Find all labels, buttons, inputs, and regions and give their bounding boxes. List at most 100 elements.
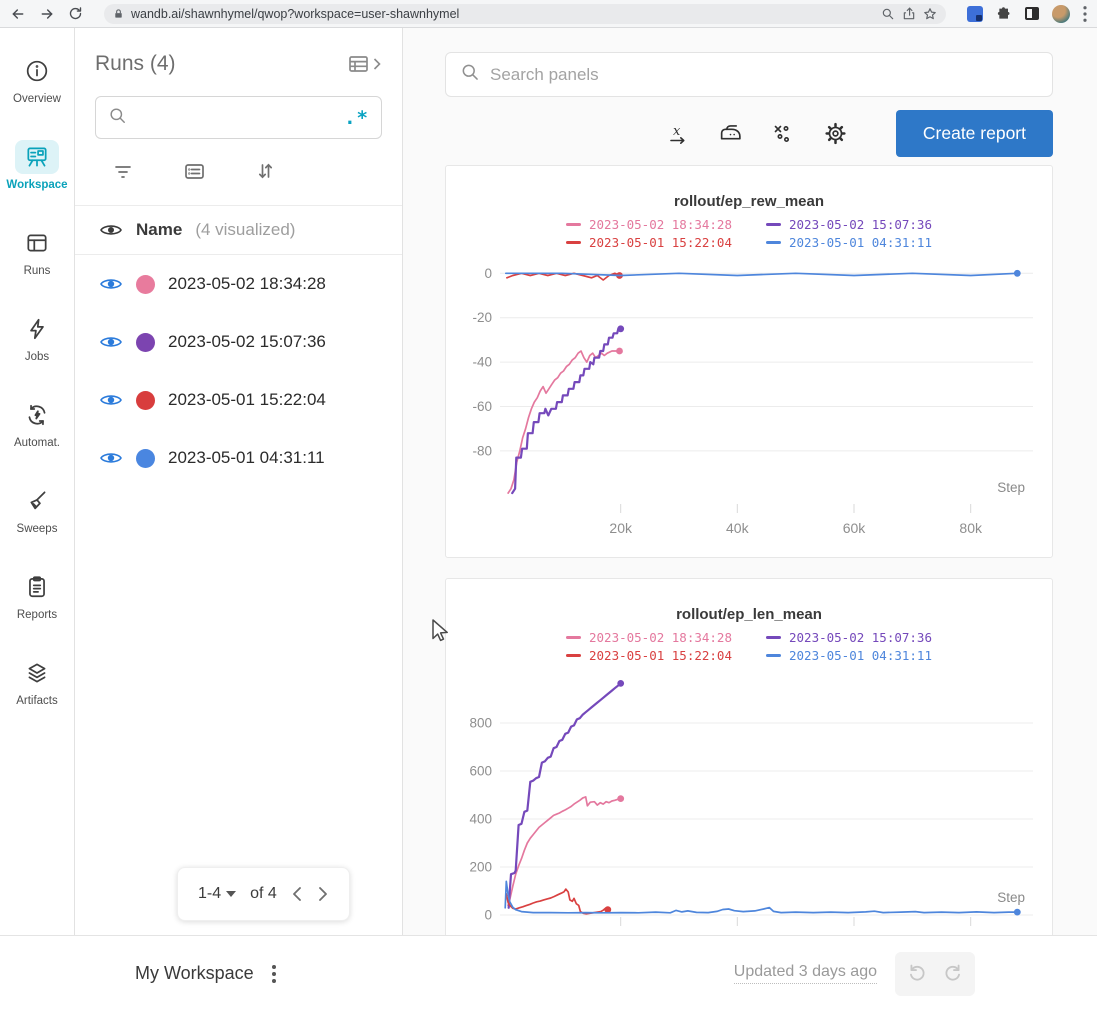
profile-avatar[interactable] — [1052, 5, 1070, 23]
svg-text:0: 0 — [484, 908, 492, 923]
legend-item[interactable]: 2023-05-01 04:31:11 — [766, 235, 932, 250]
bookmark-star-icon[interactable] — [923, 7, 937, 21]
redo-icon[interactable] — [943, 960, 965, 987]
undo-icon[interactable] — [905, 960, 927, 987]
chart-legend: 2023-05-02 18:34:28 2023-05-02 15:07:36 … — [566, 217, 932, 250]
browser-menu-icon[interactable] — [1083, 6, 1087, 22]
eye-icon[interactable] — [99, 222, 123, 238]
extensions-puzzle-icon[interactable] — [996, 6, 1012, 22]
legend-item[interactable]: 2023-05-02 15:07:36 — [766, 630, 932, 645]
run-visibility-eye-icon[interactable] — [99, 276, 123, 292]
run-color-dot — [136, 333, 155, 352]
create-report-button[interactable]: Create report — [896, 110, 1053, 157]
search-icon — [108, 106, 127, 130]
run-color-dot — [136, 391, 155, 410]
svg-text:-40: -40 — [472, 355, 492, 370]
prev-page-button[interactable] — [291, 885, 303, 903]
run-visibility-eye-icon[interactable] — [99, 334, 123, 350]
runs-search-input[interactable] — [136, 109, 335, 127]
runs-table-icon — [15, 226, 59, 260]
layers-icon — [15, 656, 59, 690]
sidebar-item-automations[interactable]: Automat. — [0, 380, 74, 466]
zoom-icon[interactable] — [881, 7, 895, 21]
sidebar-item-overview[interactable]: Overview — [0, 36, 74, 122]
panel-search-input[interactable] — [490, 65, 1038, 85]
smoothing-iron-icon[interactable] — [718, 121, 743, 146]
run-row[interactable]: 2023-05-02 18:34:28 — [75, 255, 402, 313]
svg-text:Step: Step — [997, 480, 1025, 495]
legend-dash — [766, 654, 781, 657]
sidebar-item-workspace[interactable]: Workspace — [0, 122, 74, 208]
address-bar[interactable]: wandb.ai/shawnhymel/qwop?workspace=user-… — [104, 4, 946, 24]
page: wandb.ai/shawnhymel/qwop?workspace=user-… — [0, 0, 1097, 1011]
settings-gear-icon[interactable] — [823, 121, 848, 146]
sidebar-item-jobs[interactable]: Jobs — [0, 294, 74, 380]
filter-icon[interactable] — [111, 159, 135, 188]
run-name[interactable]: 2023-05-01 04:31:11 — [168, 448, 325, 468]
legend-item[interactable]: 2023-05-01 15:22:04 — [566, 235, 732, 250]
svg-text:60k: 60k — [843, 520, 867, 536]
legend-item[interactable]: 2023-05-02 18:34:28 — [566, 217, 732, 232]
sort-icon[interactable] — [253, 159, 277, 188]
panel-ep-len-mean[interactable]: rollout/ep_len_mean 2023-05-02 18:34:28 … — [445, 578, 1053, 935]
share-icon[interactable] — [902, 7, 916, 21]
chart-title: rollout/ep_len_mean — [446, 606, 1052, 623]
workspace-main: x Create report rollout/ep_rew_mean 2023… — [443, 28, 1097, 935]
broom-icon — [15, 484, 59, 518]
run-visibility-eye-icon[interactable] — [99, 392, 123, 408]
run-row[interactable]: 2023-05-02 15:07:36 — [75, 313, 402, 371]
legend-dash — [766, 223, 781, 226]
panel-ep-rew-mean[interactable]: rollout/ep_rew_mean 2023-05-02 18:34:28 … — [445, 165, 1053, 558]
run-name[interactable]: 2023-05-02 18:34:28 — [168, 274, 326, 294]
sidebar-item-sweeps[interactable]: Sweeps — [0, 466, 74, 552]
runs-panel-title: Runs (4) — [95, 52, 176, 76]
svg-text:80k: 80k — [959, 520, 983, 536]
reload-icon[interactable] — [68, 6, 83, 21]
group-list-icon[interactable] — [182, 159, 206, 188]
run-row[interactable]: 2023-05-01 15:22:04 — [75, 371, 402, 429]
regex-icon[interactable]: .* — [344, 113, 369, 123]
line-chart[interactable]: 0200400600800Step — [446, 665, 1052, 927]
run-row[interactable]: 2023-05-01 04:31:11 — [75, 429, 402, 487]
run-color-dot — [136, 275, 155, 294]
svg-text:20k: 20k — [609, 520, 633, 536]
visualized-count: (4 visualized) — [195, 220, 295, 240]
forward-icon[interactable] — [39, 6, 55, 22]
url-text: wandb.ai/shawnhymel/qwop?workspace=user-… — [131, 7, 459, 21]
run-name[interactable]: 2023-05-02 15:07:36 — [168, 332, 326, 352]
page-range-dropdown[interactable]: 1-4 — [198, 885, 236, 903]
x-axis-icon[interactable]: x — [666, 122, 690, 146]
runs-table-view-button[interactable] — [347, 52, 382, 76]
sidebar-item-artifacts[interactable]: Artifacts — [0, 638, 74, 724]
caret-down-icon — [226, 891, 236, 897]
legend-item[interactable]: 2023-05-02 18:34:28 — [566, 630, 732, 645]
theme-toggle-icon[interactable] — [1025, 7, 1039, 20]
back-icon[interactable] — [10, 6, 26, 22]
name-column-header: Name — [136, 220, 182, 240]
lock-icon — [113, 8, 124, 20]
run-visibility-eye-icon[interactable] — [99, 450, 123, 466]
chart-legend: 2023-05-02 18:34:28 2023-05-02 15:07:36 … — [566, 630, 932, 663]
runs-search-box[interactable]: .* — [95, 96, 382, 139]
lightning-icon — [15, 312, 59, 346]
sidebar-item-runs[interactable]: Runs — [0, 208, 74, 294]
panels-toolbar: x Create report — [445, 110, 1053, 157]
extension-blue-icon[interactable] — [967, 6, 983, 22]
svg-text:x: x — [673, 124, 681, 139]
legend-item[interactable]: 2023-05-01 04:31:11 — [766, 648, 932, 663]
run-name[interactable]: 2023-05-01 15:22:04 — [168, 390, 326, 410]
next-page-button[interactable] — [317, 885, 329, 903]
legend-item[interactable]: 2023-05-02 15:07:36 — [766, 217, 932, 232]
svg-text:-20: -20 — [472, 310, 492, 325]
legend-item[interactable]: 2023-05-01 15:22:04 — [566, 648, 732, 663]
runs-list-header[interactable]: Name (4 visualized) — [75, 205, 402, 255]
sidebar-item-reports[interactable]: Reports — [0, 552, 74, 638]
svg-text:-80: -80 — [472, 443, 492, 458]
svg-text:0: 0 — [484, 266, 492, 281]
panel-search-box[interactable] — [445, 52, 1053, 97]
outliers-icon[interactable] — [771, 122, 795, 146]
automations-icon — [15, 398, 59, 432]
updated-timestamp[interactable]: Updated 3 days ago — [734, 963, 877, 984]
line-chart[interactable]: 0-20-40-60-8020k40k60k80kStep — [446, 252, 1052, 550]
workspace-menu-icon[interactable] — [272, 965, 276, 983]
